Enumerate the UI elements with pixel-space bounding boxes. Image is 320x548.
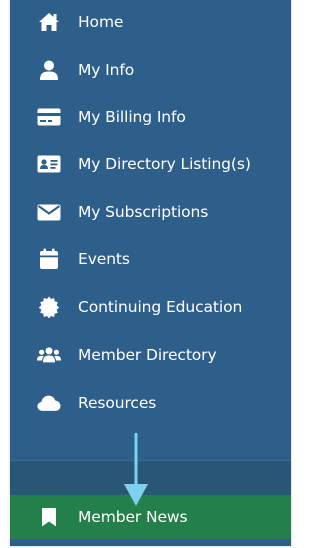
sidebar-item-home[interactable]: Home [10,0,291,44]
certificate-icon [37,295,61,319]
sidebar-item-label: Member Directory [78,346,217,364]
bookmark-icon [37,505,61,529]
sidebar-item-label: My Info [78,61,135,79]
sidebar-item-directory-listing[interactable]: My Directory Listing(s) [10,142,291,186]
cloud-icon [37,391,61,415]
sidebar-item-my-info[interactable]: My Info [10,48,291,92]
sidebar-item-label: Member News [78,508,188,526]
sidebar-item-member-news[interactable]: Member News [10,495,291,539]
calendar-icon [37,247,61,271]
sidebar-item-subscriptions[interactable]: My Subscriptions [10,190,291,234]
sidebar-item-label: My Directory Listing(s) [78,155,251,173]
credit-card-icon [37,105,61,129]
sidebar-nav: Home My Info My Billing Info My Director… [10,0,291,546]
sidebar-item-label: My Billing Info [78,108,186,126]
sidebar-item-label: Resources [78,394,157,412]
sidebar-item-member-directory[interactable]: Member Directory [10,333,291,377]
sidebar-item-label: Continuing Education [78,298,243,316]
sidebar-item-billing[interactable]: My Billing Info [10,95,291,139]
sidebar-item-continuing-education[interactable]: Continuing Education [10,285,291,329]
users-icon [37,343,61,367]
user-icon [37,58,61,82]
sidebar-item-resources[interactable]: Resources [10,381,291,425]
id-card-icon [37,152,61,176]
sidebar-item-label: My Subscriptions [78,203,209,221]
sidebar-item-events[interactable]: Events [10,237,291,281]
nav-divider [10,460,291,496]
sidebar-item-member-news-row[interactable]: Member News [10,495,291,539]
home-icon [37,10,61,34]
envelope-icon [37,200,61,224]
sidebar-item-label: Home [78,13,124,31]
sidebar-item-label: Events [78,250,130,268]
